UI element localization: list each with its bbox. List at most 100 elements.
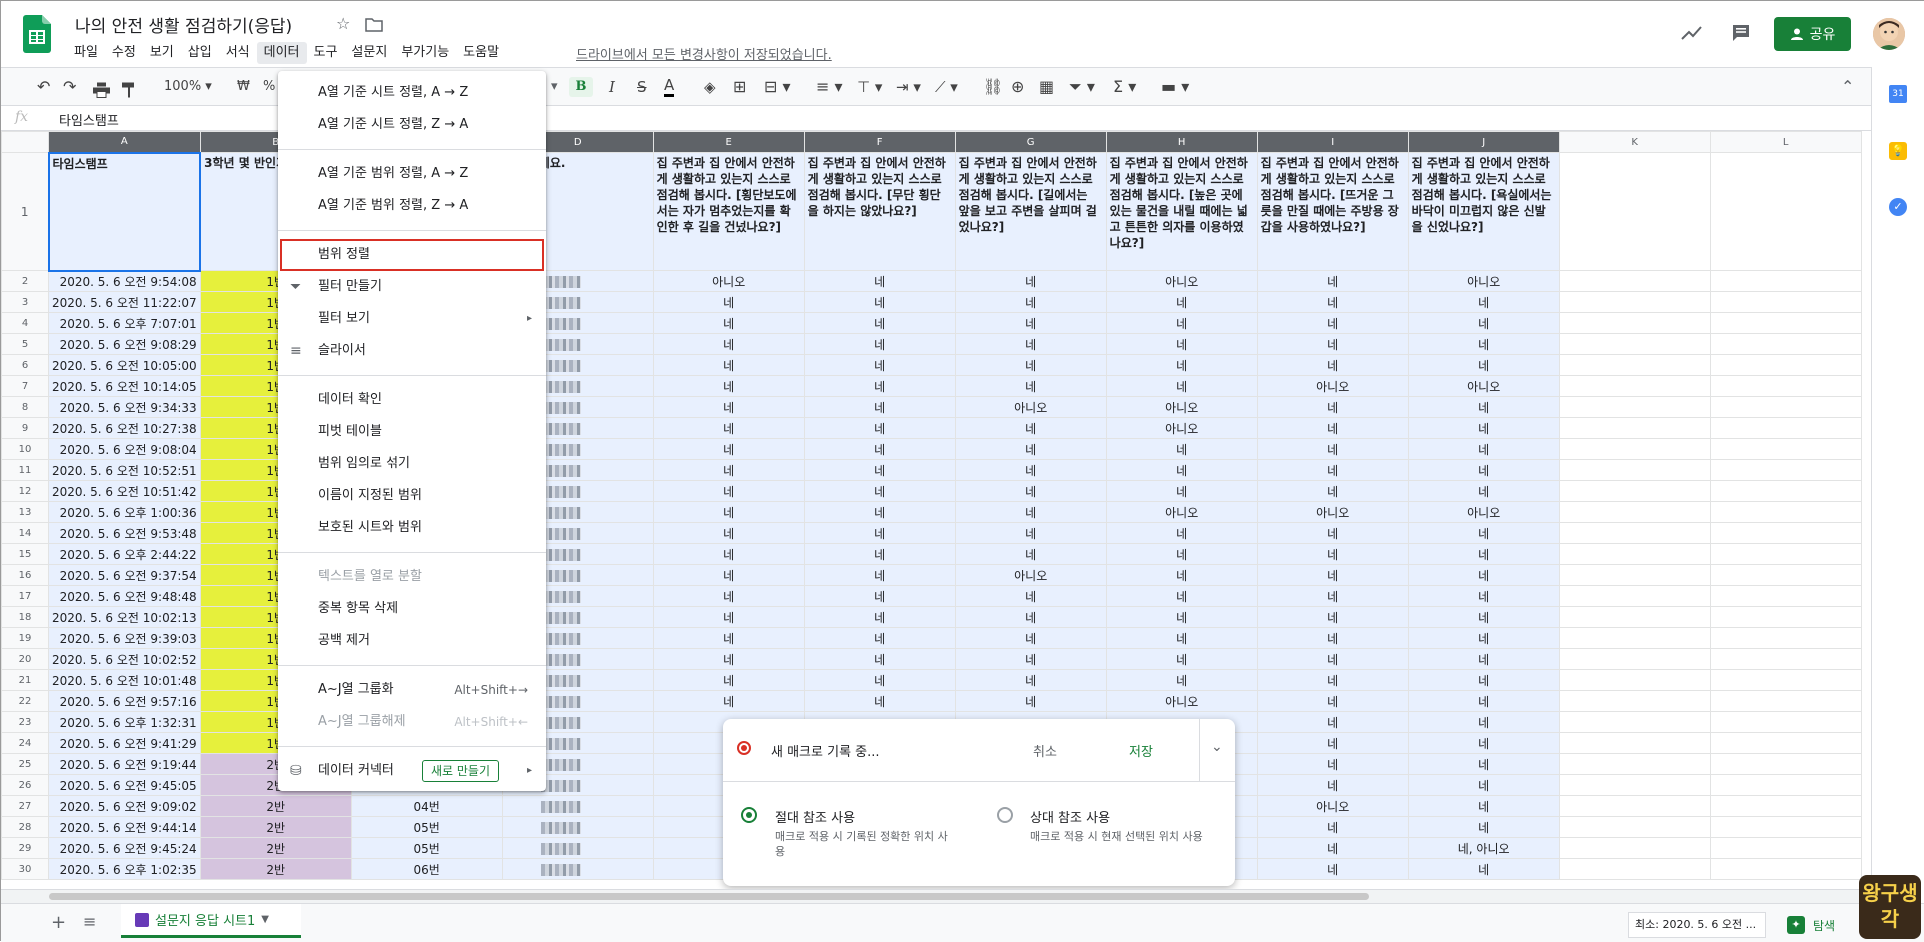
answer-cell[interactable]: 네: [954, 501, 1107, 523]
activity-trend-icon[interactable]: [1681, 25, 1703, 41]
menu-view[interactable]: 보기: [143, 42, 181, 64]
timestamp-cell[interactable]: 2020. 5. 6 오전 10:27:38: [48, 417, 201, 439]
menu-item-filter-views[interactable]: 필터 보기 ▸: [278, 303, 546, 335]
timestamp-cell[interactable]: 2020. 5. 6 오전 9:48:48: [48, 585, 201, 607]
row-number[interactable]: 29: [1, 837, 49, 859]
empty-cell[interactable]: [1709, 711, 1862, 733]
answer-cell[interactable]: 네: [1105, 564, 1258, 586]
answer-cell[interactable]: 네: [954, 312, 1107, 334]
answer-cell[interactable]: 네: [1407, 585, 1560, 607]
answer-cell[interactable]: 네: [652, 669, 805, 691]
column-header[interactable]: H: [1105, 131, 1258, 153]
empty-cell[interactable]: [1558, 648, 1711, 670]
timestamp-cell[interactable]: 2020. 5. 6 오전 10:02:52: [48, 648, 201, 670]
empty-cell[interactable]: [1558, 480, 1711, 502]
answer-cell[interactable]: 네: [1105, 333, 1258, 355]
row-number[interactable]: 9: [1, 417, 49, 439]
column-header[interactable]: E: [652, 131, 805, 153]
name-cell-redacted[interactable]: [501, 858, 654, 880]
answer-cell[interactable]: 네: [1105, 585, 1258, 607]
answer-cell[interactable]: 네: [1256, 732, 1409, 754]
answer-cell[interactable]: 아니오: [1407, 270, 1560, 292]
timestamp-cell[interactable]: 2020. 5. 6 오전 10:52:51: [48, 459, 201, 481]
add-sheet-icon[interactable]: +: [51, 912, 66, 933]
timestamp-cell[interactable]: 2020. 5. 6 오후 1:32:31: [48, 711, 201, 733]
vertical-align-icon[interactable]: ⊤ ▾: [857, 77, 882, 97]
empty-cell[interactable]: [1709, 585, 1862, 607]
answer-cell[interactable]: 네: [1105, 438, 1258, 460]
answer-cell[interactable]: 네: [652, 396, 805, 418]
empty-cell[interactable]: [1558, 753, 1711, 775]
timestamp-cell[interactable]: 2020. 5. 6 오전 9:57:16: [48, 690, 201, 712]
timestamp-cell[interactable]: 2020. 5. 6 오전 9:45:05: [48, 774, 201, 796]
row-number[interactable]: 13: [1, 501, 49, 523]
number-cell[interactable]: 06번: [350, 858, 503, 880]
explore-button[interactable]: ✦ 탐색: [1787, 912, 1857, 938]
answer-cell[interactable]: 네: [1407, 753, 1560, 775]
answer-cell[interactable]: 네: [803, 396, 956, 418]
column-header[interactable]: K: [1558, 131, 1711, 153]
menu-item-protected[interactable]: 보호된 시트와 범위: [278, 512, 546, 544]
empty-cell[interactable]: [1709, 627, 1862, 649]
row-number[interactable]: 23: [1, 711, 49, 733]
row-number[interactable]: 14: [1, 522, 49, 544]
answer-cell[interactable]: 네: [652, 438, 805, 460]
comments-icon[interactable]: [1731, 23, 1751, 43]
answer-cell[interactable]: 네: [1256, 753, 1409, 775]
menu-item-data-connector[interactable]: ⛁ 데이터 커넥터 새로 만들기 ▸: [278, 755, 546, 787]
empty-cell[interactable]: [1709, 690, 1862, 712]
row-number[interactable]: 3: [1, 291, 49, 313]
answer-cell[interactable]: 네: [803, 438, 956, 460]
answer-cell[interactable]: 네: [1407, 732, 1560, 754]
answer-cell[interactable]: 네: [1256, 669, 1409, 691]
row-number[interactable]: 5: [1, 333, 49, 355]
percent-format-button[interactable]: %: [263, 77, 275, 97]
empty-cell[interactable]: [1709, 333, 1862, 355]
empty-cell[interactable]: [1558, 732, 1711, 754]
header-cell[interactable]: 집 주변과 집 안에서 안전하게 생활하고 있는지 스스로 점검해 봅시다. […: [1105, 152, 1258, 271]
answer-cell[interactable]: 네: [1105, 543, 1258, 565]
column-header[interactable]: J: [1407, 131, 1560, 153]
answer-cell[interactable]: 네: [803, 291, 956, 313]
answer-cell[interactable]: 네: [1407, 690, 1560, 712]
formula-input[interactable]: 타임스탬프: [59, 110, 119, 129]
row-number[interactable]: 12: [1, 480, 49, 502]
menu-item-remove-duplicates[interactable]: 중복 항목 삭제: [278, 593, 546, 625]
timestamp-cell[interactable]: 2020. 5. 6 오전 9:37:54: [48, 564, 201, 586]
currency-format-button[interactable]: ₩: [237, 77, 250, 97]
answer-cell[interactable]: 네: [1256, 270, 1409, 292]
answer-cell[interactable]: 네: [1256, 711, 1409, 733]
empty-cell[interactable]: [1709, 564, 1862, 586]
document-title[interactable]: 나의 안전 생활 점검하기(응답): [75, 12, 292, 37]
empty-cell[interactable]: [1558, 333, 1711, 355]
empty-cell[interactable]: [1709, 501, 1862, 523]
empty-cell[interactable]: [1709, 375, 1862, 397]
empty-cell[interactable]: [1558, 270, 1711, 292]
collapse-toolbar-icon[interactable]: ⌃: [1841, 77, 1854, 97]
answer-cell[interactable]: 네: [803, 585, 956, 607]
timestamp-cell[interactable]: 2020. 5. 6 오전 9:44:14: [48, 816, 201, 838]
timestamp-cell[interactable]: 2020. 5. 6 오전 9:45:24: [48, 837, 201, 859]
answer-cell[interactable]: 네: [803, 459, 956, 481]
answer-cell[interactable]: 네: [1407, 522, 1560, 544]
name-cell-redacted[interactable]: [501, 816, 654, 838]
answer-cell[interactable]: 네: [954, 648, 1107, 670]
answer-cell[interactable]: 네: [652, 522, 805, 544]
star-icon[interactable]: ☆: [336, 14, 354, 33]
column-header[interactable]: G: [954, 131, 1107, 153]
answer-cell[interactable]: 네: [954, 438, 1107, 460]
menu-item-randomize[interactable]: 범위 임의로 섞기: [278, 448, 546, 480]
merge-cells-icon[interactable]: ⊟ ▾: [764, 77, 791, 97]
answer-cell[interactable]: 네: [652, 564, 805, 586]
empty-cell[interactable]: [1709, 480, 1862, 502]
menu-item-slicer[interactable]: ≡ 슬라이서: [278, 335, 546, 367]
empty-cell[interactable]: [1709, 858, 1862, 880]
answer-cell[interactable]: 네: [954, 585, 1107, 607]
empty-cell[interactable]: [1709, 312, 1862, 334]
row-number[interactable]: 8: [1, 396, 49, 418]
move-folder-icon[interactable]: [365, 16, 383, 34]
font-size-dropdown-icon[interactable]: ▾: [551, 77, 558, 97]
menu-item-validation[interactable]: 데이터 확인: [278, 384, 546, 416]
insert-chart-icon[interactable]: ▦: [1039, 77, 1054, 97]
row-number[interactable]: 21: [1, 669, 49, 691]
